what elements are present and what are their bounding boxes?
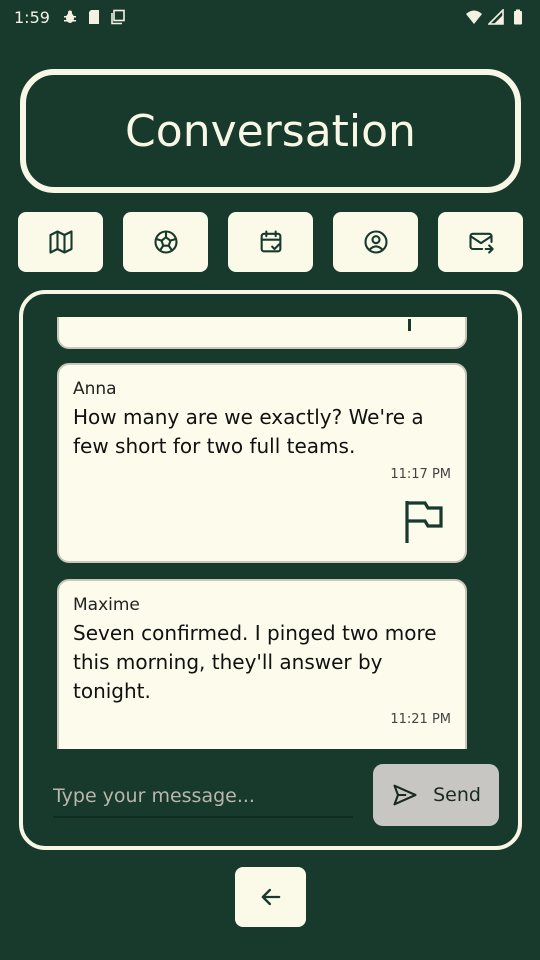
send-button[interactable]: Send xyxy=(373,764,499,826)
message-time: 11:21 PM xyxy=(390,712,451,727)
message-text: How many are we exactly? We're a few sho… xyxy=(73,405,424,458)
nav-match-button[interactable] xyxy=(123,212,208,272)
chat-panel: Anna How many are we exactly? We're a fe… xyxy=(19,290,522,850)
copy-icon xyxy=(111,9,125,25)
wifi-icon xyxy=(466,10,482,24)
message-input[interactable] xyxy=(53,776,353,818)
composer: Send xyxy=(53,764,499,826)
status-right xyxy=(466,9,526,25)
battery-icon xyxy=(514,9,522,25)
sd-card-icon xyxy=(88,10,99,24)
message-list[interactable]: Anna How many are we exactly? We're a fe… xyxy=(53,317,467,749)
nav-bar xyxy=(18,212,523,272)
soccer-ball-icon xyxy=(153,230,178,254)
arrow-left-icon xyxy=(261,888,280,906)
send-label: Send xyxy=(433,784,481,806)
nav-calendar-button[interactable] xyxy=(228,212,313,272)
flag-icon[interactable] xyxy=(408,319,411,331)
signal-icon xyxy=(488,9,504,25)
calendar-check-icon xyxy=(260,230,281,253)
message-author: Anna xyxy=(73,379,117,399)
page-title: Conversation xyxy=(125,105,416,157)
send-icon xyxy=(393,784,417,806)
message-author: Maxime xyxy=(73,595,140,615)
mail-forward-icon xyxy=(468,232,494,254)
nav-map-button[interactable] xyxy=(18,212,103,272)
status-bar: 1:59 xyxy=(0,0,540,34)
message-text: Seven confirmed. I pinged two more this … xyxy=(73,621,437,703)
message-card: Anna How many are we exactly? We're a fe… xyxy=(57,363,467,563)
bug-icon xyxy=(63,10,76,23)
message-card xyxy=(57,317,467,349)
title-box: Conversation xyxy=(20,69,521,193)
nav-profile-button[interactable] xyxy=(333,212,418,272)
flag-icon[interactable] xyxy=(403,497,445,545)
message-time: 11:17 PM xyxy=(390,467,451,482)
map-icon xyxy=(48,230,73,254)
back-button[interactable] xyxy=(235,867,306,927)
status-left: 1:59 xyxy=(14,8,126,27)
message-card: Maxime Seven confirmed. I pinged two mor… xyxy=(57,579,467,749)
profile-icon xyxy=(363,230,388,254)
status-time: 1:59 xyxy=(14,7,50,27)
nav-messages-button[interactable] xyxy=(438,212,523,272)
